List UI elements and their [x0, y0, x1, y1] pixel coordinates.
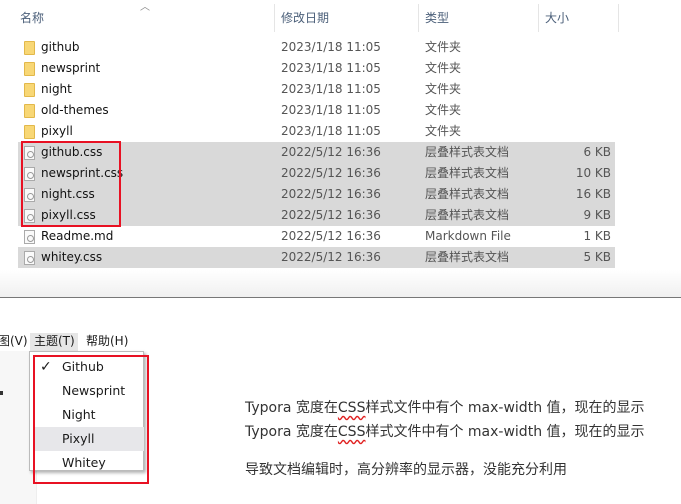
menu-view[interactable]: 图(V) [0, 333, 28, 351]
column-divider[interactable] [274, 4, 275, 32]
file-size: 9 KB [583, 208, 611, 222]
file-name: github [41, 40, 80, 54]
file-row[interactable]: pixyll 2023/1/18 11:05 文件夹 [18, 121, 615, 142]
file-name: pixyll [41, 124, 73, 138]
file-size: 5 KB [583, 250, 611, 264]
file-date: 2022/5/12 16:36 [281, 250, 381, 264]
file-type: 层叠样式表文档 [425, 187, 510, 201]
text: Typora 宽度在 [245, 400, 338, 416]
column-divider[interactable] [418, 4, 419, 32]
column-header-date[interactable]: 修改日期 [281, 8, 329, 30]
file-type: 文件夹 [425, 61, 462, 75]
file-row[interactable]: whitey.css 2022/5/12 16:36 层叠样式表文档 5 KB [18, 247, 615, 268]
file-type: 文件夹 [425, 82, 462, 96]
file-name: newsprint [41, 61, 101, 75]
folder-icon [24, 125, 35, 139]
folder-icon [24, 41, 35, 55]
file-size: 1 KB [583, 229, 611, 243]
file-date: 2022/5/12 16:36 [281, 145, 381, 159]
file-name: whitey.css [41, 250, 103, 264]
highlight-box-css-files [21, 141, 121, 227]
file-type: 层叠样式表文档 [425, 208, 510, 222]
file-name: old-themes [41, 103, 109, 117]
file-date: 2023/1/18 11:05 [281, 124, 381, 138]
file-name: Readme.md [41, 229, 114, 243]
file-row[interactable]: old-themes 2023/1/18 11:05 文件夹 [18, 100, 615, 121]
file-type: 文件夹 [425, 124, 462, 138]
text: 样式文件中有个 max-width 值，现在的显示 [365, 424, 645, 440]
file-date: 2022/5/12 16:36 [281, 208, 381, 222]
folder-icon [24, 83, 35, 97]
file-type: Markdown File [425, 229, 511, 243]
folder-icon [24, 62, 35, 76]
markdown-file-icon [24, 230, 35, 244]
file-date: 2023/1/18 11:05 [281, 103, 381, 117]
content-line: 导致文档编辑时，高分辨率的显示器，没能充分利用 [245, 462, 567, 478]
text: 样式文件中有个 max-width 值，现在的显示 [365, 400, 645, 416]
column-divider[interactable] [618, 4, 619, 32]
highlight-box-theme-menu [33, 355, 149, 484]
spellcheck-word: CSS [337, 424, 366, 440]
sidebar-marker [0, 391, 3, 395]
file-size: 10 KB [575, 166, 611, 180]
text: Typora 宽度在 [245, 424, 338, 440]
file-size: 6 KB [583, 145, 611, 159]
file-name: night [41, 82, 72, 96]
file-row[interactable]: github 2023/1/18 11:05 文件夹 [18, 37, 615, 58]
content-line: Typora 宽度在CSS样式文件中有个 max-width 值，现在的显示 [245, 421, 645, 441]
file-date: 2022/5/12 16:36 [281, 166, 381, 180]
css-file-icon [24, 251, 35, 265]
folder-icon [24, 104, 35, 118]
file-row[interactable]: Readme.md 2022/5/12 16:36 Markdown File … [18, 226, 615, 247]
column-header-name[interactable]: 名称 [20, 8, 44, 30]
file-date: 2022/5/12 16:36 [281, 229, 381, 243]
window-bottom-edge [0, 270, 681, 298]
content-line: Typora 宽度在CSS样式文件中有个 max-width 值，现在的显示 [245, 397, 645, 417]
file-type: 层叠样式表文档 [425, 145, 510, 159]
menu-theme[interactable]: 主题(T) [30, 333, 78, 351]
file-type: 文件夹 [425, 40, 462, 54]
sort-up-icon: ︿ [140, 2, 150, 13]
file-date: 2023/1/18 11:05 [281, 82, 381, 96]
file-row[interactable]: newsprint 2023/1/18 11:05 文件夹 [18, 58, 615, 79]
file-type: 文件夹 [425, 103, 462, 117]
file-type: 层叠样式表文档 [425, 250, 510, 264]
column-header-type[interactable]: 类型 [425, 8, 449, 30]
spellcheck-word: CSS [337, 400, 366, 416]
file-row[interactable]: night 2023/1/18 11:05 文件夹 [18, 79, 615, 100]
menu-help[interactable]: 帮助(H) [86, 333, 128, 351]
column-divider[interactable] [538, 4, 539, 32]
file-date: 2023/1/18 11:05 [281, 40, 381, 54]
file-type: 层叠样式表文档 [425, 166, 510, 180]
file-date: 2023/1/18 11:05 [281, 61, 381, 75]
column-header-size[interactable]: 大小 [545, 8, 569, 30]
file-size: 16 KB [575, 187, 611, 201]
file-date: 2022/5/12 16:36 [281, 187, 381, 201]
